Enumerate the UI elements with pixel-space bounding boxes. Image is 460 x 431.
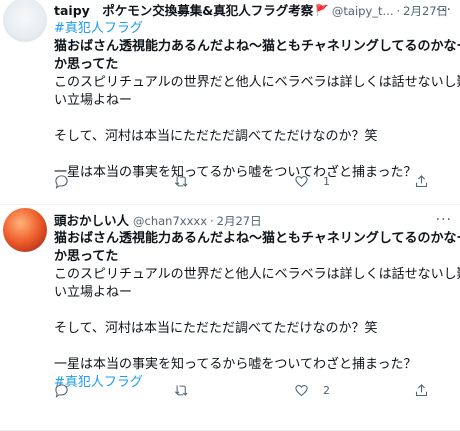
tweet-text-line: 猫おばさん透視能力あるんだよね〜猫ともチャネリングしてるのかなーと — [54, 39, 460, 54]
tweet-actions: 2 — [54, 383, 454, 398]
user-handle[interactable]: @taipy_t... — [332, 2, 394, 20]
like-icon — [295, 384, 308, 397]
more-icon[interactable]: ··· — [436, 212, 452, 228]
display-name[interactable]: taipy ポケモン交換募集&真犯人フラグ考察 — [54, 2, 313, 20]
retweet-button[interactable] — [174, 383, 294, 398]
tweet-text-line: い立場よねー — [54, 285, 133, 300]
tweet-date[interactable]: 2月27日 — [217, 212, 262, 230]
display-name[interactable]: 頭おかしい人 — [54, 212, 129, 230]
tweet-text-line — [54, 338, 454, 356]
tweet-text-line: い立場よねー — [54, 93, 133, 108]
tweet-text-line — [54, 110, 454, 128]
tweet-text-line — [54, 302, 454, 320]
tweet-actions: 1 — [54, 174, 454, 189]
separator-dot: · — [396, 4, 401, 18]
reply-button[interactable] — [54, 383, 174, 398]
tweet-content: taipy ポケモン交換募集&真犯人フラグ考察 🚩 @taipy_t... · … — [54, 2, 460, 182]
more-icon[interactable]: ··· — [436, 2, 452, 18]
avatar[interactable] — [3, 208, 47, 252]
reply-button[interactable] — [54, 174, 174, 189]
tweet-header: 頭おかしい人 @chan7xxxx · 2月27日 — [54, 212, 454, 230]
tweet-text-line: そして、河村は本当にただただ調べてただけなのか？笑 — [54, 129, 378, 144]
like-count: 1 — [323, 175, 330, 188]
share-button[interactable] — [414, 383, 454, 398]
retweet-button[interactable] — [174, 174, 294, 189]
tweet-text-line: このスピリチュアルの世界だと他人にベラベラは詳しくは話せないし難し — [54, 267, 460, 282]
share-icon — [415, 175, 428, 188]
hashtag-link[interactable]: #真犯人フラグ — [54, 20, 454, 38]
share-button[interactable] — [414, 174, 454, 189]
share-icon — [415, 384, 428, 397]
tweet-text-line: 猫おばさん透視能力あるんだよね〜猫ともチャネリングしてるのかなーと — [54, 231, 460, 246]
tweet-text-line: 一星は本当の事実を知ってるから嘘をついてわざと捕まった？ — [54, 357, 417, 372]
tweet-text-line — [54, 146, 454, 164]
tweet-header: taipy ポケモン交換募集&真犯人フラグ考察 🚩 @taipy_t... · … — [54, 2, 454, 20]
tweet-text-line: このスピリチュアルの世界だと他人にベラベラは詳しくは話せないし難し — [54, 75, 460, 90]
like-button[interactable]: 2 — [294, 383, 414, 398]
tweet-text-line: か思ってた — [54, 57, 119, 72]
avatar[interactable] — [3, 0, 47, 42]
tweet-body: #真犯人フラグ 猫おばさん透視能力あるんだよね〜猫ともチャネリングしてるのかなー… — [54, 20, 460, 182]
separator-dot: · — [210, 214, 214, 228]
like-icon — [295, 175, 308, 188]
flag-icon: 🚩 — [315, 4, 329, 17]
tweet-content: 頭おかしい人 @chan7xxxx · 2月27日 ··· 猫おばさん透視能力あ… — [54, 212, 460, 392]
retweet-icon — [174, 385, 188, 397]
reply-icon — [55, 175, 68, 189]
like-count: 2 — [323, 384, 330, 397]
user-handle[interactable]: @chan7xxxx — [133, 212, 207, 230]
tweet-text-line: か思ってた — [54, 249, 119, 264]
tweet-body: 猫おばさん透視能力あるんだよね〜猫ともチャネリングしてるのかなーと か思ってた … — [54, 230, 460, 392]
tweet-text-line: そして、河村は本当にただただ調べてただけなのか？笑 — [54, 321, 378, 336]
like-button[interactable]: 1 — [294, 174, 414, 189]
reply-icon — [55, 384, 68, 398]
tweet[interactable]: taipy ポケモン交換募集&真犯人フラグ考察 🚩 @taipy_t... · … — [0, 0, 460, 205]
retweet-icon — [174, 176, 188, 188]
